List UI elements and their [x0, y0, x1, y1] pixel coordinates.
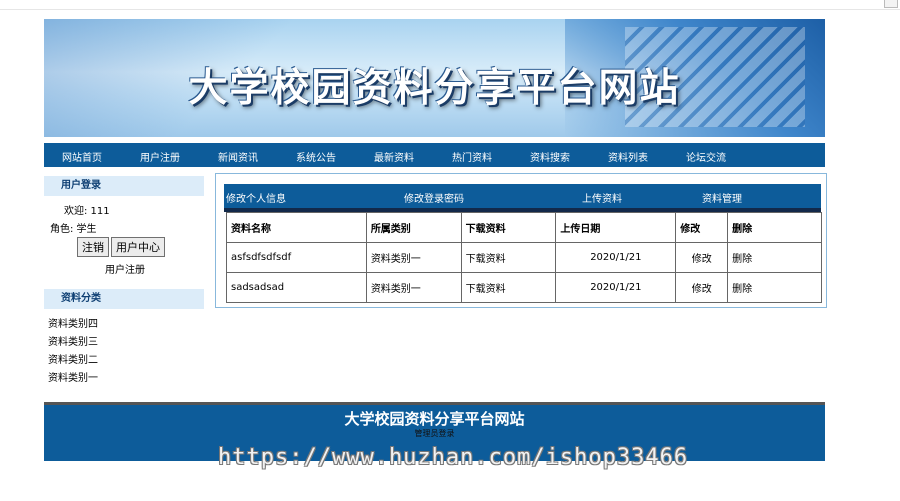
table-row: sadsadsad 资料类别一 下载资料 2020/1/21 修改 删除	[226, 272, 822, 303]
cell-category: 资料类别一	[365, 272, 462, 303]
table-row: asfsdfsdfsdf 资料类别一 下载资料 2020/1/21 修改 删除	[226, 242, 822, 273]
download-link[interactable]: 下载资料	[460, 242, 557, 273]
user-center-button[interactable]: 用户中心	[111, 237, 165, 257]
col-category: 所属类别	[365, 212, 462, 243]
edit-link[interactable]: 修改	[675, 272, 729, 303]
tab-change-password[interactable]: 修改登录密码	[404, 190, 464, 205]
nav-list[interactable]: 资料列表	[608, 149, 648, 164]
download-link[interactable]: 下载资料	[460, 272, 557, 303]
user-panel: 修改个人信息 修改登录密码 上传资料 资料管理 资料名称 所属类别 下载资料 上…	[215, 173, 827, 308]
login-header: 用户登录	[44, 176, 204, 196]
table-header-row: 资料名称 所属类别 下载资料 上传日期 修改 删除	[226, 212, 822, 243]
panel-tab-bar: 修改个人信息 修改登录密码 上传资料 资料管理	[224, 184, 821, 208]
col-date: 上传日期	[555, 212, 677, 243]
nav-home[interactable]: 网站首页	[62, 149, 102, 164]
col-name: 资料名称	[226, 212, 367, 243]
footer-title: 大学校园资料分享平台网站	[344, 410, 525, 428]
col-download: 下载资料	[460, 212, 557, 243]
category-item[interactable]: 资料类别四	[48, 315, 98, 333]
site-banner: 大学校园资料分享平台网站	[44, 19, 825, 137]
nav-forum[interactable]: 论坛交流	[686, 149, 726, 164]
category-item[interactable]: 资料类别二	[48, 351, 98, 369]
tab-upload[interactable]: 上传资料	[582, 190, 622, 205]
admin-login-link[interactable]: 管理员登录	[44, 428, 825, 439]
banner-title: 大学校园资料分享平台网站	[188, 66, 681, 111]
corner-widget	[884, 0, 898, 8]
watermark-text: https://www.huzhan.com/ishop33466	[218, 445, 689, 470]
cell-name: asfsdfsdfsdf	[226, 242, 367, 273]
browser-top-strip	[0, 0, 900, 10]
tab-manage[interactable]: 资料管理	[702, 190, 742, 205]
nav-latest[interactable]: 最新资料	[374, 149, 414, 164]
account-buttons: 注销 用户中心	[77, 237, 167, 257]
cell-name: sadsadsad	[226, 272, 367, 303]
nav-hot[interactable]: 热门资料	[452, 149, 492, 164]
category-list: 资料类别四 资料类别三 资料类别二 资料类别一	[48, 315, 98, 387]
role-text: 角色: 学生	[50, 224, 97, 235]
nav-announcements[interactable]: 系统公告	[296, 149, 336, 164]
cell-category: 资料类别一	[365, 242, 462, 273]
logout-button[interactable]: 注销	[77, 237, 109, 257]
category-item[interactable]: 资料类别三	[48, 333, 98, 351]
nav-news[interactable]: 新闻资讯	[218, 149, 258, 164]
register-link[interactable]: 用户注册	[105, 261, 145, 276]
nav-search[interactable]: 资料搜索	[530, 149, 570, 164]
col-edit: 修改	[675, 212, 729, 243]
col-delete: 删除	[727, 212, 822, 243]
category-header: 资料分类	[44, 289, 204, 309]
sidebar: 用户登录 欢迎: 111 角色: 学生 注销 用户中心 用户注册 资料分类 资料类…	[44, 176, 204, 384]
category-item[interactable]: 资料类别一	[48, 369, 98, 387]
delete-link[interactable]: 删除	[727, 242, 822, 273]
material-table: 资料名称 所属类别 下载资料 上传日期 修改 删除 asfsdfsdfsdf 资…	[226, 212, 822, 303]
cell-date: 2020/1/21	[555, 242, 677, 273]
tab-edit-profile[interactable]: 修改个人信息	[226, 190, 286, 205]
main-nav: 网站首页 用户注册 新闻资讯 系统公告 最新资料 热门资料 资料搜索 资料列表 …	[44, 143, 825, 167]
welcome-text: 欢迎: 111	[64, 206, 110, 217]
cell-date: 2020/1/21	[555, 272, 677, 303]
nav-register[interactable]: 用户注册	[140, 149, 180, 164]
delete-link[interactable]: 删除	[727, 272, 822, 303]
edit-link[interactable]: 修改	[675, 242, 729, 273]
